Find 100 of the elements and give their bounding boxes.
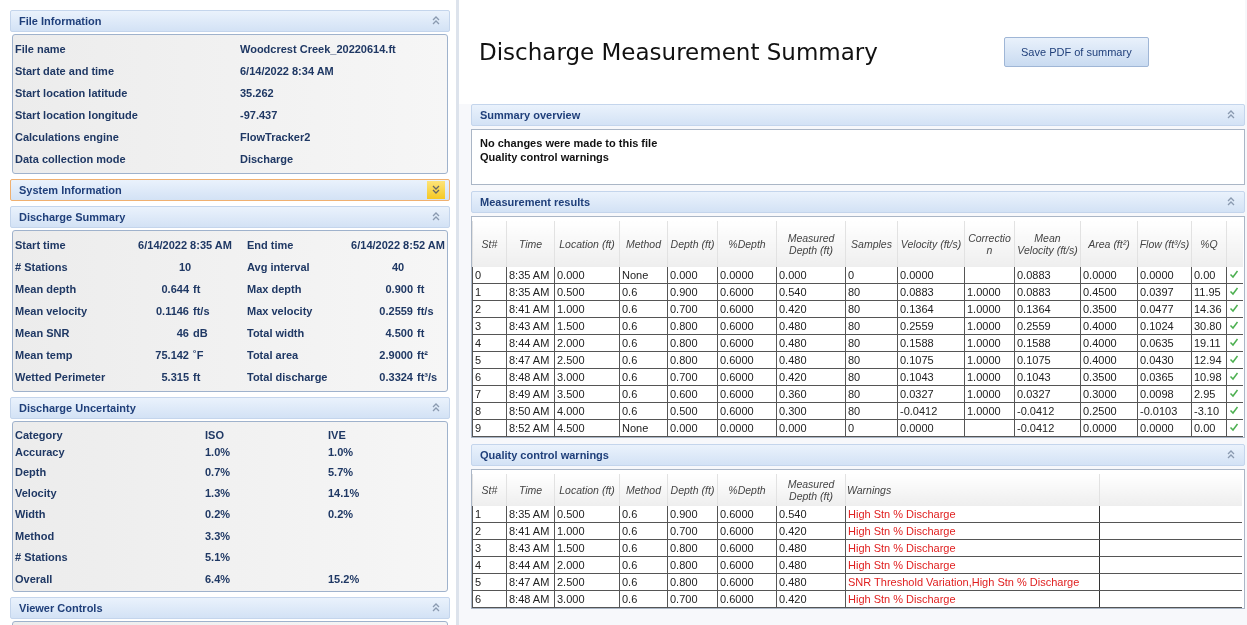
unit-label: ft/s [417, 305, 435, 317]
table-cell: 0.0000 [1137, 267, 1192, 284]
field-value: FlowTracker2 [240, 131, 312, 143]
column-header: Location (ft) [554, 221, 620, 267]
table-cell: 0.00 [1191, 267, 1227, 284]
field-label: Start time [15, 239, 67, 251]
column-header: Warnings [845, 474, 1100, 506]
unit-label: ft² [417, 349, 429, 361]
section-header[interactable]: Discharge Summary [10, 206, 450, 228]
field-label: Method [15, 529, 55, 542]
section-title: Viewer Controls [19, 602, 103, 615]
field-label: Start location latitude [15, 87, 129, 99]
field-label: End time [247, 239, 295, 251]
field-value: 0.900 [384, 283, 413, 295]
column-header: Depth (ft) [667, 221, 718, 267]
field-value: 0.644 [160, 283, 189, 295]
warning-text: High Stn % Discharge [845, 506, 1100, 523]
column-header: Depth (ft) [667, 474, 718, 506]
field-value: 75.142 [154, 349, 189, 361]
table-cell: 0.0000 [1080, 267, 1138, 284]
field-value: 6/14/2022 8:34 AM [240, 65, 335, 77]
section-title: Discharge Summary [19, 211, 126, 223]
table-cell: 0.6 [619, 506, 668, 523]
field-value: 0.2% [205, 508, 231, 521]
column-header: St# [472, 221, 507, 267]
field-value: 10 [177, 261, 193, 273]
column-header: Correction [964, 221, 1015, 267]
overview-line: Quality control warnings [480, 150, 610, 164]
section-header[interactable]: File Information [10, 10, 450, 32]
field-label: Max velocity [247, 305, 314, 317]
unit-label: ft [417, 327, 426, 339]
field-value: 5.7% [328, 465, 354, 478]
unit-label: dB [193, 327, 209, 339]
section-title: Summary overview [480, 109, 581, 121]
column-header: Measured Depth (ft) [776, 474, 846, 506]
field-value: 40 [390, 261, 406, 273]
field-label: Wetted Perimeter [15, 371, 107, 383]
table-cell: 0.0000 [897, 267, 965, 284]
field-value: 3.3% [205, 529, 231, 542]
column-header: Velocity (ft/s) [897, 221, 965, 267]
overview-line: No changes were made to this file [480, 136, 659, 150]
column-header: Time [506, 221, 555, 267]
field-value: 0.2559 [378, 305, 413, 317]
section-header[interactable]: System Information [10, 179, 450, 201]
column-header: Area (ft²) [1080, 221, 1138, 267]
field-label: Total width [247, 327, 306, 339]
save-pdf-button[interactable]: Save PDF of summary [1004, 37, 1149, 67]
field-value: 14.1% [328, 487, 360, 500]
table-cell: 0.540 [776, 506, 846, 523]
field-label: Mean SNR [15, 327, 71, 339]
field-value: 0.3324 [378, 371, 413, 383]
unit-label: ft/s [193, 305, 211, 317]
field-label: Accuracy [15, 445, 65, 458]
field-label: # Stations [15, 261, 69, 273]
table-cell: 0.6000 [717, 506, 777, 523]
field-value: 6.4% [205, 572, 231, 585]
table-cell: 0 [845, 267, 898, 284]
field-value: -97.437 [240, 109, 279, 121]
section-title: Measurement results [480, 196, 591, 208]
field-value: 5.1% [205, 551, 231, 564]
column-header: Flow (ft³/s) [1137, 221, 1192, 267]
field-value: 15.2% [328, 572, 360, 585]
section-header[interactable]: Measurement results [471, 191, 1245, 213]
field-label: Calculations engine [15, 131, 120, 143]
table-cell: None [619, 267, 668, 284]
unit-label: ft [193, 371, 202, 383]
page-title: Discharge Measurement Summary [479, 39, 879, 65]
unit-label: ft [417, 283, 426, 295]
field-label: Data collection mode [15, 153, 127, 165]
field-value: 46 [175, 327, 189, 339]
section-header[interactable]: Quality control warnings [471, 444, 1245, 466]
column-header: %Q [1191, 221, 1227, 267]
column-header: Time [506, 474, 555, 506]
table-cell: 0.0883 [1014, 267, 1081, 284]
field-label: Mean depth [15, 283, 78, 295]
column-header: Category [15, 429, 63, 441]
column-header: Method [619, 474, 668, 506]
unit-label: ft³/s [417, 371, 439, 383]
table-cell: 8:35 AM [506, 267, 555, 284]
field-value: 2.9000 [378, 349, 413, 361]
field-label: Total discharge [247, 371, 329, 383]
field-value: 1.0% [328, 445, 354, 458]
field-label: Max depth [247, 283, 303, 295]
column-header: St# [472, 474, 507, 506]
field-label: Velocity [15, 487, 57, 500]
table-cell: 0.0000 [717, 267, 777, 284]
field-label: Start location longitude [15, 109, 139, 121]
unit-label: ft [193, 283, 202, 295]
section-header[interactable]: Discharge Uncertainty [10, 397, 450, 419]
field-label: Avg interval [247, 261, 311, 273]
field-value: 6/14/2022 8:52 AM [350, 239, 446, 251]
unit-label: ˚F [193, 349, 205, 361]
section-title: System Information [19, 184, 122, 196]
section-header[interactable]: Summary overview [471, 104, 1245, 126]
section-header[interactable]: Viewer Controls [10, 597, 450, 620]
column-header: IVE [328, 429, 346, 441]
field-value: 1.3% [205, 487, 231, 500]
column-header: Measured Depth (ft) [776, 221, 846, 267]
field-label: Mean velocity [15, 305, 89, 317]
field-value: 6/14/2022 8:35 AM [137, 239, 233, 251]
